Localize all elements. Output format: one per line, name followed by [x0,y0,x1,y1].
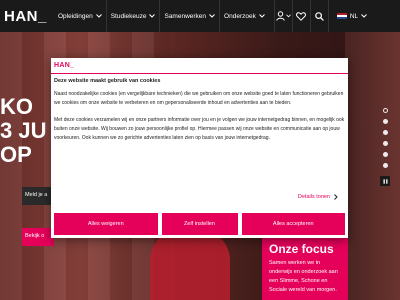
nav-item-opleidingen[interactable]: Opleidingen [54,0,106,32]
cookie-dialog-logo: HAN_ [54,62,75,69]
chevron-down-icon [149,14,156,18]
customize-button[interactable]: Zelf instellen [161,213,238,235]
nav-label: Studiekeuze [110,12,147,20]
nav-label: Onderzoek [224,12,256,20]
user-button[interactable] [273,0,292,32]
site-header: HAN_ Opleidingen Studiekeuze Samenwerken… [0,0,400,32]
main-nav: Opleidingen Studiekeuze Samenwerken Onde… [54,0,269,32]
chevron-right-icon [334,194,338,200]
dutch-flag-icon [336,12,347,20]
carousel-dot[interactable] [382,152,388,157]
hero-title-line: 3 JU [0,118,47,143]
han-logo[interactable]: HAN_ [0,8,54,25]
carousel-dot[interactable] [382,163,388,168]
favorites-button[interactable] [291,0,310,32]
view-button[interactable]: Bekijk o [22,228,54,246]
search-icon [315,11,324,21]
carousel-dot[interactable] [382,141,388,146]
chevron-down-icon [209,14,215,18]
cookie-paragraph-2: Met deze cookies verzamelen wij en onze … [54,117,345,141]
carousel-dot[interactable] [382,108,388,113]
hero-title-line: KO [0,94,33,119]
cookie-dialog-title: Deze website maakt gebruik van cookies [54,78,161,84]
chevron-down-icon [95,14,102,18]
details-label: Details tonen [297,194,330,200]
pause-icon [383,178,387,184]
user-icon [276,11,285,21]
hero-title: KO 3 JU OP [0,95,46,167]
chevron-down-icon [258,14,265,18]
pause-button[interactable] [380,176,390,186]
details-toggle[interactable]: Details tonen [298,194,338,200]
focus-text: Samen werken we in onderwijs en onderzoe… [269,260,338,293]
focus-title: Onze focus [269,242,334,256]
cookie-dialog-header: HAN_ [51,58,348,74]
hero-figure [150,230,230,300]
heart-icon [296,11,307,21]
register-button[interactable]: Meld je a [22,187,54,205]
cookie-dialog-body: Deze website maakt gebruik van cookies N… [51,74,348,143]
nav-label: Samenwerken [164,12,207,20]
accept-all-button[interactable]: Alles accepteren [241,213,345,235]
nav-item-studiekeuze[interactable]: Studiekeuze [105,0,160,32]
nav-item-onderzoek[interactable]: Onderzoek [219,0,269,32]
hero-title-line: OP [0,142,32,167]
carousel-nav [376,108,394,186]
language-label: NL [349,12,359,20]
reject-all-button[interactable]: Alles weigeren [54,213,158,235]
nav-label: Opleidingen [58,12,93,20]
carousel-dot[interactable] [382,130,388,135]
chevron-down-icon [285,14,291,18]
cookie-consent-dialog: HAN_ Deze website maakt gebruik van cook… [51,58,348,238]
cookie-paragraph-1: Naast noodzakelijke cookies (en vergelij… [54,91,344,106]
nav-item-samenwerken[interactable]: Samenwerken [159,0,219,32]
language-switcher[interactable]: NL [327,0,375,32]
cookie-actions: Alles weigeren Zelf instellen Alles acce… [54,213,345,235]
chevron-down-icon [361,14,368,18]
search-button[interactable] [309,0,328,32]
focus-card[interactable]: Onze focus Samen werken we in onderwijs … [262,236,348,300]
carousel-dot[interactable] [382,119,388,124]
